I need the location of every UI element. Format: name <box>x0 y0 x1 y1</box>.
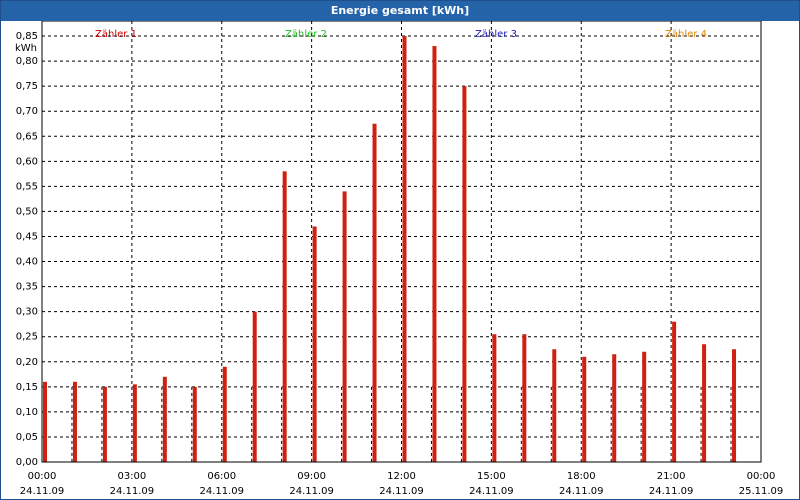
bar <box>522 334 527 462</box>
x-tick-label: 21:00 <box>657 471 686 482</box>
bar <box>582 356 587 462</box>
bar <box>162 376 167 462</box>
bar <box>192 386 197 462</box>
bar <box>312 226 317 462</box>
bar <box>102 386 107 462</box>
y-tick-label: 0,30 <box>16 307 38 318</box>
y-tick-label: 0,75 <box>16 81 38 92</box>
bar <box>612 354 617 462</box>
y-tick-label: 0,35 <box>16 282 38 293</box>
legend-entry: Zähler 3 <box>475 29 517 40</box>
bar <box>642 351 647 462</box>
legend-entry: Zähler 1 <box>95 29 137 40</box>
y-tick-label: 0,10 <box>16 407 38 418</box>
y-tick-label: 0,05 <box>16 432 38 443</box>
y-tick-label: 0,15 <box>16 382 38 393</box>
bar <box>672 321 677 462</box>
y-tick-label: 0,55 <box>16 181 38 192</box>
bar <box>702 344 707 462</box>
x-tick-label: 09:00 <box>297 471 326 482</box>
y-tick-label: 0,85 <box>16 31 38 42</box>
y-tick-label: 0,45 <box>16 231 38 242</box>
x-tick-label: 00:00 <box>747 471 776 482</box>
bar <box>252 311 257 462</box>
y-tick-label: 0,70 <box>16 106 38 117</box>
x-tick-date: 24.11.09 <box>199 486 244 497</box>
bar <box>552 349 557 462</box>
energy-chart: 0,00 0,05 0,10 0,15 0,20 0,25 0,30 0,35 0,40 0,45… <box>15 21 784 497</box>
legend-entry: Zähler 4 <box>665 29 707 40</box>
y-tick-label: 0,20 <box>16 357 38 368</box>
bar <box>372 123 377 462</box>
bar <box>222 366 227 462</box>
chart-window: Energie gesamt [kWh] 0,00 0,05 0,10 0,15 0,2… <box>0 0 800 500</box>
y-tick-label: 0,65 <box>16 131 38 142</box>
y-axis-label: kWh <box>15 43 37 54</box>
y-tick-label: 0,50 <box>16 206 38 217</box>
bar <box>462 86 467 462</box>
bar <box>432 46 437 462</box>
bar <box>72 381 77 462</box>
legend-entry: Zähler 2 <box>285 29 327 40</box>
x-tick-label: 12:00 <box>387 471 416 482</box>
bar <box>732 349 737 462</box>
x-tick-label: 00:00 <box>28 471 57 482</box>
bar <box>342 191 347 463</box>
x-tick-date: 24.11.09 <box>110 486 155 497</box>
bar <box>402 36 407 463</box>
x-tick-date: 25.11.09 <box>739 486 784 497</box>
x-tick-date: 24.11.09 <box>20 486 65 497</box>
y-tick-label: 0,60 <box>16 156 38 167</box>
bar <box>43 381 47 462</box>
y-tick-label: 0,80 <box>16 56 38 67</box>
y-tick-label: 0,00 <box>16 457 38 468</box>
x-tick-date: 24.11.09 <box>649 486 694 497</box>
window-title: Energie gesamt [kWh] <box>1 1 799 21</box>
x-tick-date: 24.11.09 <box>289 486 334 497</box>
x-tick-date: 24.11.09 <box>469 486 514 497</box>
x-tick-label: 06:00 <box>207 471 236 482</box>
bar <box>282 171 287 462</box>
x-tick-label: 03:00 <box>117 471 146 482</box>
y-tick-label: 0,40 <box>16 257 38 268</box>
bar <box>492 334 497 462</box>
y-tick-label: 0,25 <box>16 332 38 343</box>
x-tick-label: 18:00 <box>567 471 596 482</box>
x-tick-date: 24.11.09 <box>559 486 604 497</box>
x-tick-label: 15:00 <box>477 471 506 482</box>
x-tick-date: 24.11.09 <box>379 486 424 497</box>
bar <box>132 384 137 462</box>
